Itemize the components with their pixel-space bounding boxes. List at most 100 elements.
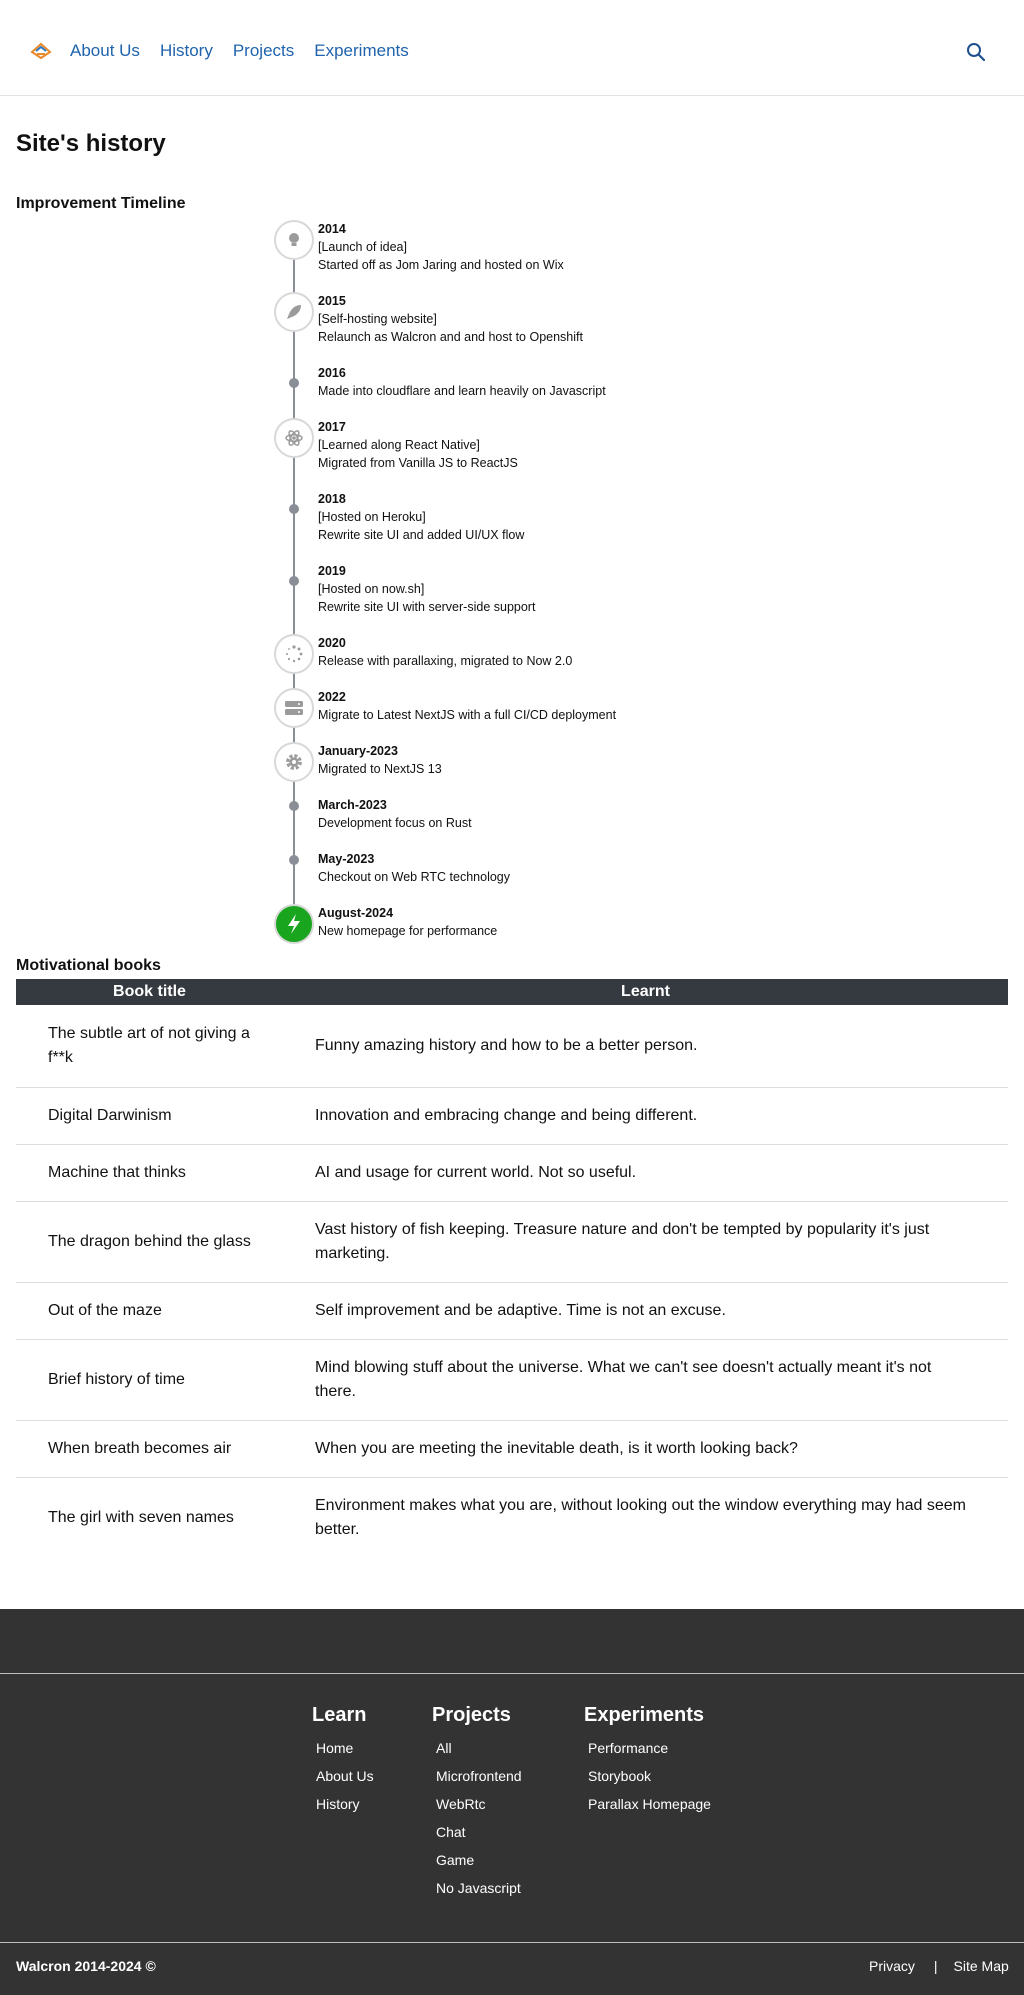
timeline-desc: Migrate to Latest NextJS with a full CI/… (318, 708, 617, 722)
footer-link-history[interactable]: History (316, 1790, 374, 1818)
footer-link-about-us[interactable]: About Us (316, 1762, 374, 1790)
react-icon (274, 418, 314, 458)
timeline-date: August-2024 (318, 906, 394, 920)
table-row: Machine that thinks AI and usage for cur… (16, 1144, 1008, 1202)
book-title-cell: The subtle art of not giving a f**k (16, 1005, 283, 1088)
timeline-date: March-2023 (318, 798, 387, 812)
legal-links: Privacy | Site Map (869, 1958, 1009, 1974)
timeline-date: 2022 (318, 690, 346, 704)
spinner-icon (274, 634, 314, 674)
book-title-cell: Machine that thinks (16, 1144, 283, 1202)
footer-link-no-javascript[interactable]: No Javascript (436, 1874, 522, 1902)
timeline-date: January-2023 (318, 744, 398, 758)
legal-separator: | (933, 1958, 938, 1974)
timeline-heading: Improvement Timeline (16, 195, 186, 212)
timeline-date: 2016 (318, 366, 346, 380)
timeline-desc: Started off as Jom Jaring and hosted on … (318, 258, 564, 272)
server-icon (274, 688, 314, 728)
footer-link-performance[interactable]: Performance (588, 1734, 711, 1762)
timeline-desc: Rewrite site UI and added UI/UX flow (318, 528, 525, 542)
timeline-title: [Hosted on Heroku] (318, 510, 426, 524)
book-learnt-cell: Funny amazing history and how to be a be… (283, 1005, 1008, 1088)
timeline-desc: Release with parallaxing, migrated to No… (318, 654, 573, 668)
nav-link-about-us[interactable]: About Us (70, 41, 140, 61)
footer-link-game[interactable]: Game (436, 1846, 522, 1874)
timeline-dot (289, 855, 299, 865)
privacy-link[interactable]: Privacy (869, 1958, 915, 1974)
footer-link-webrtc[interactable]: WebRtc (436, 1790, 522, 1818)
site-map-link[interactable]: Site Map (954, 1958, 1009, 1974)
table-row: The subtle art of not giving a f**k Funn… (16, 1005, 1008, 1088)
footer-link-home[interactable]: Home (316, 1734, 374, 1762)
book-title-cell: Digital Darwinism (16, 1087, 283, 1145)
book-title-cell: Out of the maze (16, 1282, 283, 1340)
column-header-learnt: Learnt (283, 979, 1008, 1005)
table-row: The dragon behind the glass Vast history… (16, 1201, 1008, 1283)
table-row: When breath becomes air When you are mee… (16, 1420, 1008, 1478)
timeline-desc: Rewrite site UI with server-side support (318, 600, 536, 614)
rocket-icon (274, 292, 314, 332)
walcron-logo-icon[interactable] (30, 42, 52, 60)
timeline-date: 2019 (318, 564, 346, 578)
timeline-dot (289, 801, 299, 811)
book-title-cell: Brief history of time (16, 1339, 283, 1421)
footer-column-title: Projects (432, 1704, 511, 1726)
footer-column-title: Learn (312, 1704, 367, 1726)
timeline-date: 2020 (318, 636, 346, 650)
timeline-dot (289, 576, 299, 586)
nav-link-history[interactable]: History (160, 41, 213, 61)
site-header: About Us History Projects Experiments (0, 0, 1024, 96)
timeline-date: May-2023 (318, 852, 375, 866)
book-learnt-cell: When you are meeting the inevitable deat… (283, 1420, 1008, 1478)
improvement-timeline: 2014 [Launch of idea] Started off as Jom… (0, 216, 1024, 956)
timeline-date: 2018 (318, 492, 346, 506)
timeline-desc: Checkout on Web RTC technology (318, 870, 511, 884)
book-learnt-cell: Mind blowing stuff about the universe. W… (283, 1339, 1008, 1421)
timeline-desc: Migrated to NextJS 13 (318, 762, 442, 776)
lightning-bolt-icon (274, 904, 314, 944)
table-header-row: Book title Learnt (16, 979, 1008, 1005)
book-learnt-cell: AI and usage for current world. Not so u… (283, 1144, 1008, 1202)
footer-column-title: Experiments (584, 1704, 705, 1726)
timeline-date: 2017 (318, 420, 346, 434)
timeline-desc: Development focus on Rust (318, 816, 472, 830)
site-footer: Learn Home About Us History Projects All… (0, 1609, 1024, 1995)
timeline-title: [Learned along React Native] (318, 438, 480, 452)
timeline-date: 2015 (318, 294, 346, 308)
lightbulb-icon (274, 220, 314, 260)
timeline-desc: Migrated from Vanilla JS to ReactJS (318, 456, 518, 470)
table-row: Brief history of time Mind blowing stuff… (16, 1339, 1008, 1421)
timeline-dot (289, 378, 299, 388)
footer-link-microfrontend[interactable]: Microfrontend (436, 1762, 522, 1790)
table-row: The girl with seven names Environment ma… (16, 1477, 1008, 1558)
books-table: Book title Learnt The subtle art of not … (16, 979, 1008, 1558)
timeline-line (293, 240, 295, 940)
footer-link-all[interactable]: All (436, 1734, 522, 1762)
footer-divider (0, 1673, 1024, 1674)
timeline-dot (289, 504, 299, 514)
timeline-title: [Launch of idea] (318, 240, 407, 254)
footer-column-projects: Projects All Microfrontend WebRtc Chat G… (432, 1704, 522, 1902)
book-learnt-cell: Environment makes what you are, without … (315, 1496, 967, 1538)
search-icon[interactable] (966, 42, 986, 62)
page-title: Site's history (16, 130, 166, 157)
book-learnt-cell: Self improvement and be adaptive. Time i… (283, 1282, 1008, 1340)
column-header-book-title: Book title (16, 979, 283, 1005)
footer-column-experiments: Experiments Performance Storybook Parall… (584, 1704, 711, 1818)
table-row: Digital Darwinism Innovation and embraci… (16, 1087, 1008, 1145)
copyright-text: Walcron 2014-2024 © (16, 1958, 156, 1974)
book-learnt-cell: Innovation and embracing change and bein… (283, 1087, 1008, 1145)
books-heading: Motivational books (16, 957, 161, 974)
table-row: Out of the maze Self improvement and be … (16, 1282, 1008, 1340)
footer-link-chat[interactable]: Chat (436, 1818, 522, 1846)
gear-icon (274, 742, 314, 782)
footer-column-learn: Learn Home About Us History (312, 1704, 374, 1818)
nav-link-experiments[interactable]: Experiments (314, 41, 408, 61)
footer-link-storybook[interactable]: Storybook (588, 1762, 711, 1790)
book-title-cell: The dragon behind the glass (16, 1201, 283, 1283)
nav-link-projects[interactable]: Projects (233, 41, 294, 61)
timeline-date: 2014 (318, 222, 346, 236)
footer-link-parallax-homepage[interactable]: Parallax Homepage (588, 1790, 711, 1818)
book-learnt-cell: Vast history of fish keeping. Treasure n… (283, 1201, 1008, 1283)
timeline-desc: New homepage for performance (318, 924, 498, 938)
